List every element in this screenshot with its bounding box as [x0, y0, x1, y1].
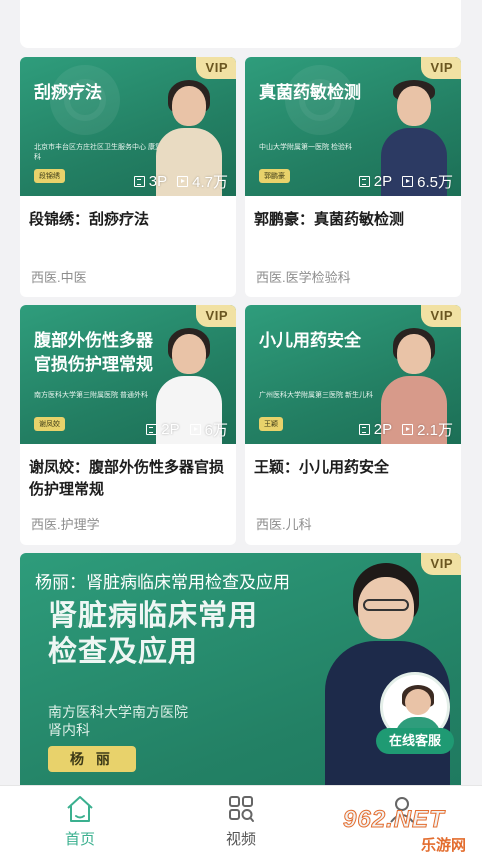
banner-headline-line: 检查及应用: [48, 636, 199, 668]
play-count-icon: [177, 176, 189, 187]
vip-badge: VIP: [420, 57, 461, 79]
thumbnail-title: 刮痧疗法: [34, 83, 102, 102]
vip-badge: VIP: [195, 57, 236, 79]
episodes-icon: [146, 424, 158, 435]
course-category: 西医.护理学: [31, 517, 100, 532]
thumbnail-hospital: 南方医科大学第三附属医院 普通外科: [34, 392, 148, 399]
course-title[interactable]: 段锦绣：刮痧疗法: [29, 209, 228, 231]
thumbnail-doctor-name: 郭鹏豪: [259, 169, 290, 183]
course-card[interactable]: 腹部外伤性多器官损伤护理常规 南方医科大学第三附属医院 普通外科 谢凤姣 VIP…: [20, 305, 236, 545]
grid-icon: [229, 796, 254, 822]
course-title[interactable]: 谢凤姣：腹部外伤性多器官损伤护理常规: [29, 457, 228, 501]
episode-count: 2P: [161, 421, 180, 438]
tab-video-label: 视频: [225, 831, 256, 848]
vip-badge: VIP: [420, 305, 461, 327]
episode-count: 2P: [373, 173, 393, 190]
thumbnail-doctor-name: 谢凤姣: [34, 417, 65, 431]
previous-card-bottom: [20, 0, 461, 48]
thumbnail-hospital: 中山大学附属第一医院 检验科: [259, 144, 352, 151]
episodes-icon: [133, 176, 145, 187]
play-count-icon: [189, 424, 201, 435]
thumbnail-doctor-name: 王颖: [259, 417, 283, 431]
view-count: 6万: [204, 422, 228, 439]
customer-service-label: 在线客服: [376, 728, 454, 754]
course-thumbnail[interactable]: 真菌药敏检测 中山大学附属第一医院 检验科 郭鹏豪 VIP 2P 6.5万: [245, 57, 461, 196]
course-title[interactable]: 郭鹏豪：真菌药敏检测: [254, 209, 453, 231]
banner-hospital: 南方医科大学南方医院 肾内科: [48, 703, 188, 739]
course-stats: 2P 6万: [146, 419, 228, 440]
watermark-subtext: 乐游网: [421, 837, 467, 854]
course-card[interactable]: 小儿用药安全 广州医科大学附属第三医院 新生儿科 王颖 VIP 2P 2.1万 …: [245, 305, 461, 545]
thumbnail-title: 腹部外伤性多器官损伤护理常规: [34, 331, 153, 374]
tab-home-label: 首页: [64, 831, 95, 848]
course-thumbnail[interactable]: 腹部外伤性多器官损伤护理常规 南方医科大学第三附属医院 普通外科 谢凤姣 VIP…: [20, 305, 236, 444]
thumbnail-doctor-name: 段锦绣: [34, 169, 65, 183]
view-count: 2.1万: [417, 422, 453, 439]
home-icon: [67, 796, 93, 822]
course-card[interactable]: 真菌药敏检测 中山大学附属第一医院 检验科 郭鹏豪 VIP 2P 6.5万 郭鹏…: [245, 57, 461, 297]
course-card[interactable]: 刮痧疗法 北京市丰台区方庄社区卫生服务中心 康复科 段锦绣 VIP 3P 4.7…: [20, 57, 236, 297]
play-count-icon: [402, 176, 414, 187]
course-thumbnail[interactable]: 刮痧疗法 北京市丰台区方庄社区卫生服务中心 康复科 段锦绣 VIP 3P 4.7…: [20, 57, 236, 196]
course-category: 西医.儿科: [256, 517, 312, 532]
tab-home[interactable]: 首页: [40, 794, 120, 849]
watermark-text: 962.NET: [343, 806, 445, 834]
vip-badge: VIP: [420, 553, 461, 575]
thumbnail-title: 小儿用药安全: [259, 331, 361, 350]
episode-count: 3P: [148, 173, 168, 190]
site-watermark-logo: 962.NET 乐游网: [343, 806, 475, 855]
banner-hospital-name: 南方医科大学南方医院: [48, 704, 188, 720]
course-stats: 2P 6.5万: [358, 171, 453, 192]
episodes-icon: [358, 424, 370, 435]
vip-badge: VIP: [195, 305, 236, 327]
banner-headline-line: 肾脏病临床常用: [48, 600, 259, 632]
thumbnail-title: 真菌药敏检测: [259, 83, 361, 102]
banner-headline: 肾脏病临床常用 检查及应用: [48, 598, 258, 670]
episode-count: 2P: [373, 421, 393, 438]
view-count: 6.5万: [417, 174, 453, 191]
thumbnail-hospital: 北京市丰台区方庄社区卫生服务中心 康复科: [34, 144, 162, 161]
customer-service-button[interactable]: 在线客服: [376, 672, 454, 758]
view-count: 4.7万: [192, 174, 228, 191]
course-title[interactable]: 王颖：小儿用药安全: [254, 457, 453, 479]
course-category: 西医.医学检验科: [256, 270, 351, 285]
course-thumbnail[interactable]: 小儿用药安全 广州医科大学附属第三医院 新生儿科 王颖 VIP 2P 2.1万: [245, 305, 461, 444]
course-category: 西医.中医: [31, 270, 87, 285]
banner-course-title: 杨丽：肾脏病临床常用检查及应用: [35, 573, 290, 592]
tab-video[interactable]: 视频: [201, 794, 281, 849]
banner-department: 肾内科: [48, 722, 90, 738]
banner-doctor-name: 杨 丽: [48, 746, 136, 772]
episodes-icon: [358, 176, 370, 187]
course-stats: 2P 2.1万: [358, 419, 453, 440]
play-count-icon: [402, 424, 414, 435]
thumbnail-hospital: 广州医科大学附属第三医院 新生儿科: [259, 392, 373, 399]
course-stats: 3P 4.7万: [133, 171, 228, 192]
